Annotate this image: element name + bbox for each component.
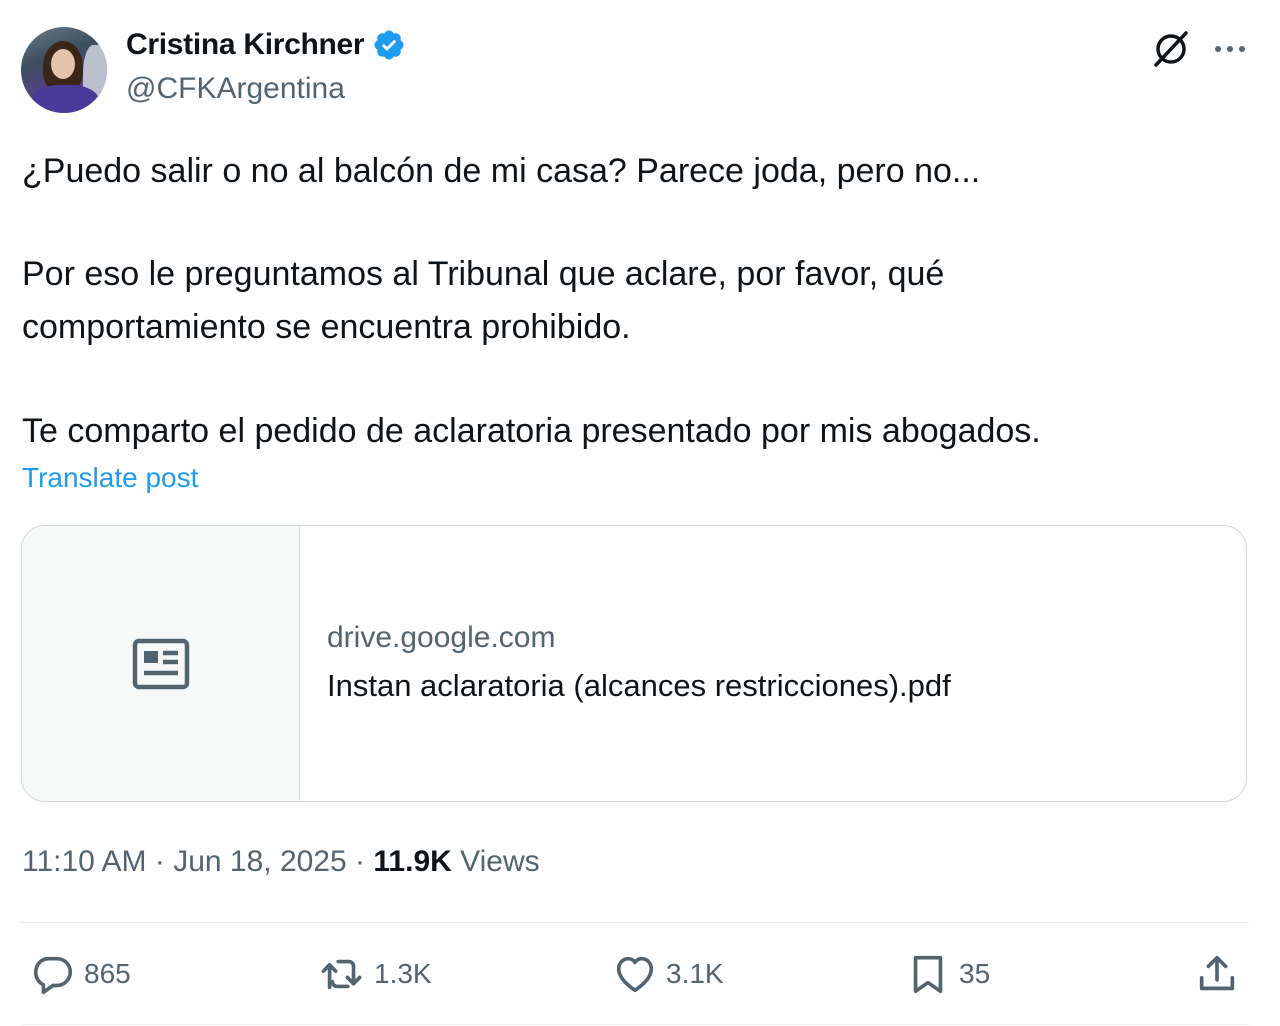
tweet-time[interactable]: 11:10 AM [22,845,147,878]
share-button[interactable] [1194,950,1240,998]
bookmark-button[interactable]: 35 [905,950,990,998]
meta-separator: · [154,845,165,878]
meta-separator: · [355,845,366,878]
reply-button[interactable]: 865 [30,950,131,998]
repost-count: 1.3K [374,958,432,989]
reply-icon [33,956,73,995]
author-handle[interactable]: @CFKArgentina [126,72,345,106]
like-count: 3.1K [666,958,724,989]
verified-badge-icon [374,30,404,60]
author-name-row[interactable]: Cristina Kirchner [126,28,406,62]
grok-icon[interactable] [1150,28,1192,70]
tweet-meta: 11:10 AM · Jun 18, 2025 · 11.9K Views [22,845,540,879]
tweet-text-line: comportamiento se encuentra prohibido. [22,308,631,346]
article-icon [132,638,190,690]
more-options-icon[interactable] [1210,32,1250,66]
link-card-thumbnail [22,526,300,801]
avatar[interactable] [21,27,107,113]
like-button[interactable]: 3.1K [612,950,724,998]
bookmark-count: 35 [959,958,991,989]
views-count: 11.9K [373,845,452,878]
avatar-face [51,49,75,79]
divider [21,1024,1249,1025]
tweet-text-line: Por eso le preguntamos al Tribunal que a… [22,255,945,293]
translate-post-link[interactable]: Translate post [22,462,198,494]
link-card-domain: drive.google.com [327,621,556,654]
tweet-date[interactable]: Jun 18, 2025 [173,845,346,878]
avatar-body [31,85,99,113]
reply-count: 865 [84,958,131,989]
divider [21,922,1249,923]
tweet-text-line: ¿Puedo salir o no al balcón de mi casa? … [22,152,981,190]
author-display-name[interactable]: Cristina Kirchner [126,28,365,62]
link-card[interactable]: drive.google.com Instan aclaratoria (alc… [21,525,1247,802]
repost-button[interactable]: 1.3K [320,950,432,998]
tweet-text-line: Te comparto el pedido de aclaratoria pre… [22,412,1041,450]
bookmark-icon [913,955,943,994]
tweet: Cristina Kirchner @CFKArgentina ¿Puedo s… [0,0,1280,1026]
repost-icon [321,959,362,990]
views-label: Views [460,845,540,878]
heart-icon [616,956,654,993]
share-icon [1199,955,1235,991]
link-card-title: Instan aclaratoria (alcances restriccion… [327,668,951,703]
